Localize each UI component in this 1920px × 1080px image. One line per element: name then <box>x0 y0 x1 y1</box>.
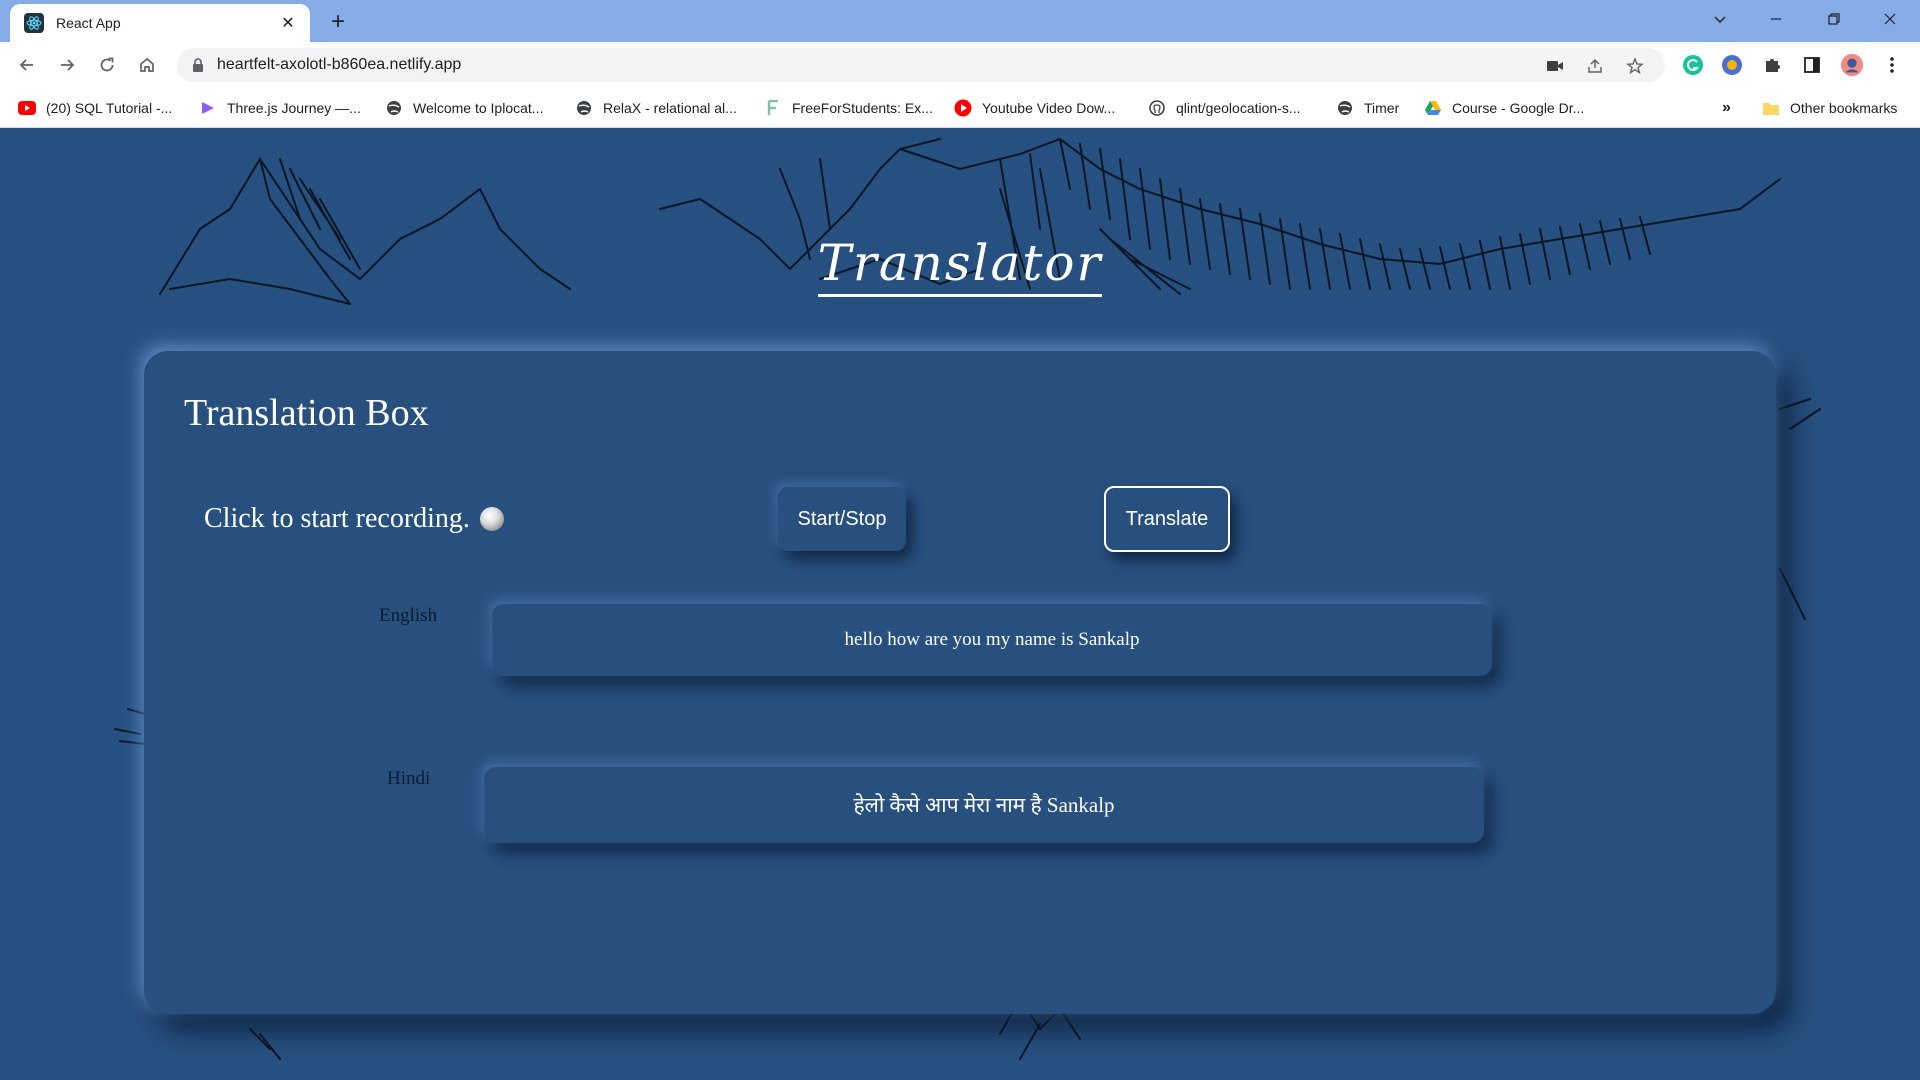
home-icon[interactable] <box>133 51 161 79</box>
bookmark-label: qlint/geolocation-s... <box>1176 100 1301 116</box>
bookmark-item[interactable]: Youtube Video Dow... <box>954 96 1115 120</box>
bookmark-label: RelaX - relational al... <box>603 100 737 116</box>
tab-search-icon[interactable] <box>1692 0 1748 38</box>
bookmark-label: FreeForStudents: Ex... <box>792 100 933 116</box>
bookmark-item[interactable]: qlint/geolocation-s... <box>1148 96 1301 120</box>
forward-icon[interactable] <box>53 51 81 79</box>
recording-indicator-icon <box>479 507 504 531</box>
translate-button[interactable]: Translate <box>1104 486 1230 552</box>
camera-blocked-icon[interactable] <box>1545 56 1565 76</box>
close-window-icon[interactable] <box>1862 0 1918 38</box>
reload-icon[interactable] <box>93 51 121 79</box>
source-text-field[interactable]: hello how are you my name is Sankalp <box>492 604 1492 676</box>
bookmark-label: Youtube Video Dow... <box>982 100 1116 116</box>
record-prompt: Click to start recording. <box>204 503 470 534</box>
new-tab-button[interactable]: + <box>324 8 352 36</box>
target-language-label: Hindi <box>387 768 431 789</box>
puzzle-icon[interactable] <box>1760 53 1784 77</box>
bookmark-label: Three.js Journey —... <box>227 100 361 116</box>
app-title-text: Translator <box>817 234 1103 297</box>
box-title: Translation Box <box>184 392 429 434</box>
bookmark-item[interactable]: Timer <box>1336 96 1399 120</box>
bookmark-label: Timer <box>1364 100 1400 116</box>
bookmark-item[interactable]: RelaX - relational al... <box>575 96 737 120</box>
f-icon <box>764 99 782 117</box>
url-text: heartfelt-axolotl-b860ea.netlify.app <box>217 56 462 73</box>
extension-shield-icon[interactable] <box>1720 53 1744 77</box>
start-stop-button[interactable]: Start/Stop <box>778 487 906 551</box>
bookmark-item[interactable]: Three.js Journey —... <box>199 96 361 120</box>
drive-icon <box>1424 99 1442 117</box>
minimize-icon[interactable] <box>1748 0 1804 38</box>
restore-icon[interactable] <box>1806 0 1862 38</box>
menu-kebab-icon[interactable] <box>1880 53 1904 77</box>
app-page: Translator Translation Box Click to star… <box>0 129 1920 1080</box>
browser-toolbar: heartfelt-axolotl-b860ea.netlify.app <box>0 42 1920 88</box>
play-icon <box>954 99 972 117</box>
close-tab-icon[interactable]: ✕ <box>276 11 300 35</box>
avatar[interactable] <box>1840 53 1864 77</box>
globe-icon <box>385 99 403 117</box>
app-title: Translator <box>0 234 1920 297</box>
more-bookmarks-icon[interactable]: » <box>1722 96 1731 120</box>
source-language-label: English <box>379 605 438 626</box>
tab-title: React App <box>56 15 121 31</box>
bookmark-item[interactable]: FreeForStudents: Ex... <box>764 96 933 120</box>
share-icon[interactable] <box>1585 56 1605 76</box>
bookmarks-bar: (20) SQL Tutorial -... Three.js Journey … <box>0 88 1920 128</box>
tab-strip: React App ✕ + <box>0 0 1920 42</box>
browser-tab[interactable]: React App ✕ <box>10 4 310 42</box>
threejs-icon <box>199 99 217 117</box>
side-panel-icon[interactable] <box>1800 53 1824 77</box>
folder-icon <box>1762 99 1780 117</box>
translation-box: Translation Box Click to start recording… <box>144 351 1776 1014</box>
globe-icon <box>575 99 593 117</box>
lock-icon <box>191 57 205 78</box>
bookmark-label: Course - Google Dr... <box>1452 100 1585 116</box>
record-status: Click to start recording. <box>204 503 504 535</box>
react-icon <box>24 13 44 33</box>
other-bookmarks[interactable]: Other bookmarks <box>1762 96 1897 120</box>
globe-icon <box>1336 99 1354 117</box>
target-text-field[interactable]: हेलो कैसे आप मेरा नाम है Sankalp <box>484 767 1484 843</box>
back-icon[interactable] <box>13 51 41 79</box>
other-bookmarks-label: Other bookmarks <box>1790 100 1898 116</box>
bookmark-item[interactable]: Course - Google Dr... <box>1424 96 1584 120</box>
github-icon <box>1148 99 1166 117</box>
address-bar[interactable]: heartfelt-axolotl-b860ea.netlify.app <box>177 48 1665 82</box>
bookmark-item[interactable]: (20) SQL Tutorial -... <box>18 96 172 120</box>
bookmark-label: Welcome to Iplocat... <box>413 100 544 116</box>
youtube-icon <box>18 99 36 117</box>
bookmark-label: (20) SQL Tutorial -... <box>46 100 173 116</box>
bookmark-item[interactable]: Welcome to Iplocat... <box>385 96 543 120</box>
grammarly-icon[interactable] <box>1681 53 1705 77</box>
bookmark-star-icon[interactable] <box>1625 56 1645 76</box>
